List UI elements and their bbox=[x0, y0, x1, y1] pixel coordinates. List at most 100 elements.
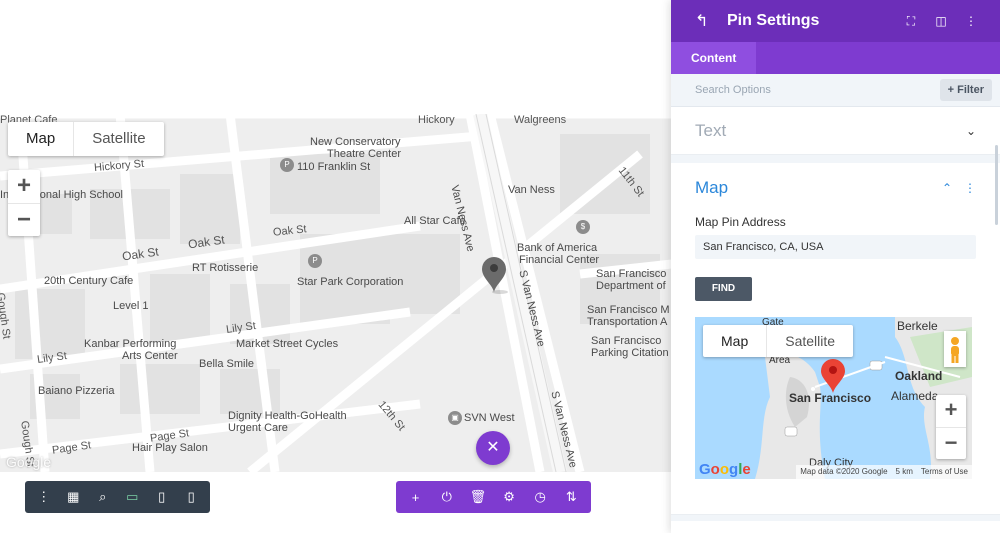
map-label: Bank of America bbox=[517, 242, 598, 254]
panel-scroll-area[interactable]: Text ⌄ Map ⌃ ⋮ Map Pin Address San Franc… bbox=[671, 107, 1000, 533]
map-label: Dignity Health-GoHealth bbox=[228, 410, 347, 422]
map-label: Hair Play Salon bbox=[132, 442, 208, 454]
desktop-icon[interactable]: ▭ bbox=[121, 489, 143, 505]
history-icon[interactable]: ◷ bbox=[529, 489, 551, 505]
map-label: Alameda bbox=[891, 389, 939, 403]
panel-header: ↰ Pin Settings ⛶ ◫ ⋮ bbox=[671, 0, 1000, 42]
section-map: Map ⌃ ⋮ Map Pin Address San Francisco, C… bbox=[671, 163, 1000, 515]
map-type-map-button[interactable]: Map bbox=[8, 122, 73, 156]
map-label: Walgreens bbox=[514, 114, 567, 126]
gear-icon[interactable]: ⚙ bbox=[498, 489, 520, 505]
zoom-out-button[interactable]: − bbox=[8, 203, 40, 236]
zoom-icon[interactable]: ⌕ bbox=[92, 489, 114, 505]
mini-map-type-control: Map Satellite bbox=[703, 325, 854, 357]
columns-icon[interactable]: ◫ bbox=[926, 14, 956, 28]
map-label: Transportation A bbox=[587, 316, 668, 328]
mini-zoom-out-button[interactable]: − bbox=[936, 427, 966, 459]
section-text[interactable]: Text ⌄ bbox=[671, 107, 1000, 155]
map-label: New Conservatory bbox=[310, 136, 401, 148]
layout-icon[interactable]: ▦ bbox=[62, 489, 84, 505]
map-label: Arts Center bbox=[122, 350, 178, 362]
next-section bbox=[671, 521, 1000, 533]
map-label: Financial Center bbox=[519, 254, 600, 266]
mini-zoom-control: + − bbox=[936, 395, 966, 459]
more-vertical-icon[interactable]: ⋮ bbox=[956, 14, 986, 28]
bank-icon: $ bbox=[576, 220, 590, 234]
section-title: Text bbox=[695, 120, 727, 140]
map-label: Van Ness bbox=[508, 184, 555, 196]
attribution-bar: Map data ©2020 Google 5 km Terms of Use bbox=[796, 465, 972, 479]
mini-map-type-map-button[interactable]: Map bbox=[703, 325, 766, 357]
map-label: Kanbar Performing bbox=[84, 338, 177, 350]
map-pin-address-label: Map Pin Address bbox=[695, 215, 786, 229]
terms-link[interactable]: Terms of Use bbox=[921, 465, 968, 479]
map-label: Oakland bbox=[895, 369, 943, 383]
power-icon[interactable]: ⏻ bbox=[436, 489, 458, 505]
map-type-control: Map Satellite bbox=[8, 122, 164, 156]
map-pin-address-input[interactable]: San Francisco, CA, USA bbox=[695, 235, 976, 259]
map-label: Theatre Center bbox=[327, 148, 401, 160]
panel-title: Pin Settings bbox=[727, 12, 820, 29]
section-title: Map bbox=[695, 178, 729, 197]
mini-zoom-in-button[interactable]: + bbox=[936, 395, 966, 427]
mini-map-attribution: Google Map data ©2020 Google 5 km Terms … bbox=[695, 461, 972, 479]
panel-tabs: Content bbox=[671, 42, 1000, 74]
find-button[interactable]: FIND bbox=[695, 277, 752, 301]
more-vertical-icon[interactable]: ⋮ bbox=[964, 181, 976, 195]
phone-icon[interactable]: ▯ bbox=[180, 489, 202, 505]
map-data-credit: Map data ©2020 Google bbox=[800, 467, 888, 476]
mini-map[interactable]: Berkele Oakland Alameda San Francisco Da… bbox=[695, 317, 972, 479]
map-label: San Francisco bbox=[789, 391, 872, 405]
parking-icon: P bbox=[280, 158, 294, 172]
parking-icon: P bbox=[308, 254, 322, 268]
trash-icon[interactable]: 🗑 bbox=[467, 489, 489, 505]
map-label: Department of bbox=[596, 280, 666, 292]
map-label: Berkele bbox=[897, 319, 938, 333]
more-vertical-icon[interactable]: ⋮ bbox=[33, 489, 55, 505]
zoom-in-button[interactable]: + bbox=[8, 170, 40, 203]
map-label: SVN West bbox=[464, 412, 515, 424]
map-label: Urgent Care bbox=[228, 422, 288, 434]
chevron-down-icon[interactable]: ⌄ bbox=[966, 124, 976, 138]
google-watermark: Google bbox=[6, 454, 52, 470]
map-label: San Francisco bbox=[591, 335, 662, 347]
add-icon[interactable]: + bbox=[405, 490, 427, 505]
map-label: San Francisco bbox=[596, 268, 667, 280]
sort-icon[interactable]: ⇅ bbox=[560, 489, 582, 505]
scale-label: 5 km bbox=[895, 467, 913, 476]
map-label: All Star Cafe bbox=[404, 215, 466, 227]
map-label: 20th Century Cafe bbox=[44, 275, 134, 287]
map-label: Star Park Corporation bbox=[297, 276, 404, 288]
map-label: San Francisco M bbox=[587, 304, 670, 316]
canvas-map[interactable]: Planet Cafe Walgreens Hickory Hickory St… bbox=[0, 114, 672, 472]
filter-button[interactable]: + Filter bbox=[939, 79, 992, 101]
map-label: Hickory bbox=[418, 114, 455, 126]
mini-map-type-satellite-button[interactable]: Satellite bbox=[766, 325, 853, 357]
map-type-satellite-button[interactable]: Satellite bbox=[73, 122, 163, 156]
section-map-header[interactable]: Map ⌃ ⋮ bbox=[695, 163, 976, 213]
expand-icon[interactable]: ⛶ bbox=[896, 14, 926, 29]
map-label: 110 Franklin St bbox=[297, 161, 371, 173]
building-icon: ▣ bbox=[448, 411, 462, 425]
page-settings-bar: ⋮ ▦ ⌕ ▭ ▯ ▯ bbox=[25, 481, 210, 513]
close-module-button[interactable]: ✕ bbox=[476, 431, 510, 465]
search-options: Search Options + Filter bbox=[671, 74, 1000, 107]
map-label: Level 1 bbox=[113, 300, 149, 312]
builder-actions-bar: + ⏻ 🗑 ⚙ ◷ ⇅ bbox=[396, 481, 591, 513]
map-label: Market Street Cycles bbox=[236, 338, 339, 350]
google-logo: Google bbox=[699, 460, 751, 478]
map-label: Bella Smile bbox=[199, 358, 255, 370]
scrollbar-thumb[interactable] bbox=[995, 145, 998, 225]
map-label: Parking Citation bbox=[591, 347, 669, 359]
tablet-icon[interactable]: ▯ bbox=[151, 489, 173, 505]
zoom-control: + − bbox=[8, 170, 40, 236]
map-label: Baiano Pizzeria bbox=[38, 385, 115, 397]
map-label: RT Rotisserie bbox=[192, 262, 259, 274]
pegman-icon[interactable] bbox=[944, 331, 966, 367]
chevron-up-icon[interactable]: ⌃ bbox=[942, 181, 952, 195]
search-options-input[interactable]: Search Options bbox=[695, 84, 940, 96]
tab-content[interactable]: Content bbox=[671, 42, 757, 74]
settings-panel: ↰ Pin Settings ⛶ ◫ ⋮ Content Search Opti… bbox=[671, 0, 1000, 533]
back-icon[interactable]: ↰ bbox=[695, 11, 715, 31]
close-icon: ✕ bbox=[486, 439, 500, 456]
